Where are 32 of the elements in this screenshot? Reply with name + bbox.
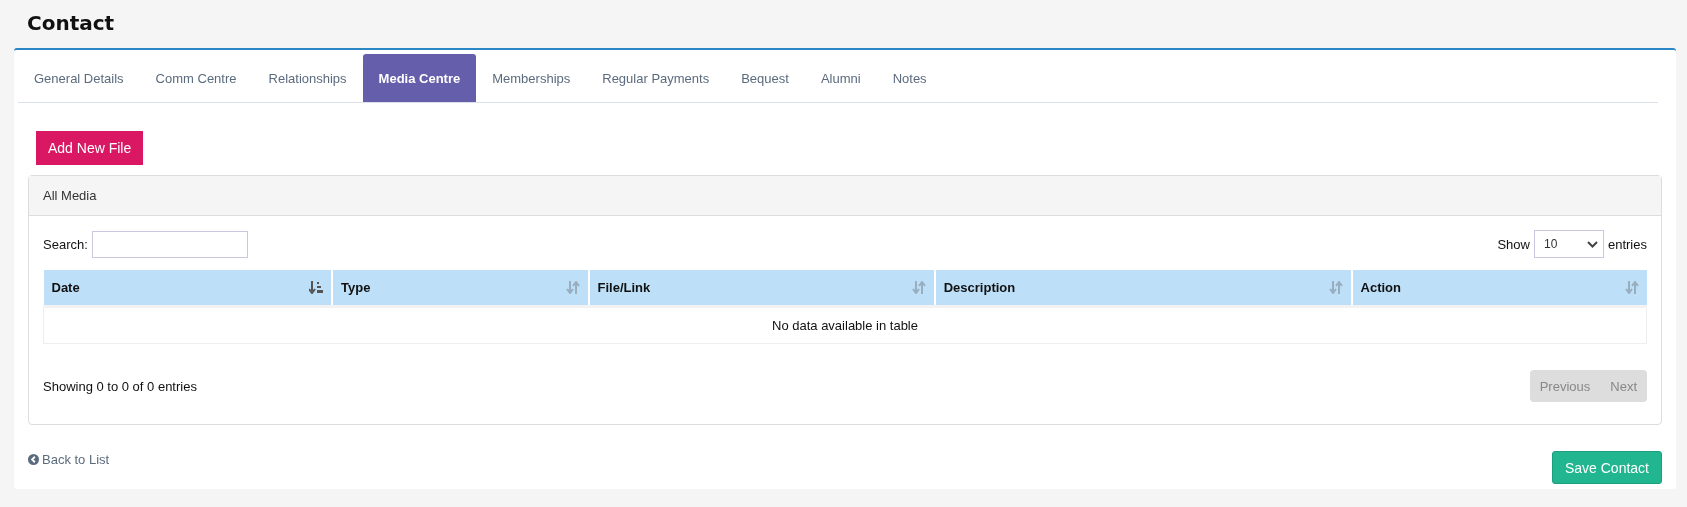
tab[interactable]: Bequest bbox=[725, 54, 805, 102]
tab[interactable]: Media Centre bbox=[362, 54, 477, 102]
tab[interactable]: Notes bbox=[876, 54, 943, 102]
empty-table-message: No data available in table bbox=[43, 306, 1647, 344]
column-header[interactable]: Date bbox=[43, 270, 333, 307]
column-header[interactable]: Action bbox=[1351, 270, 1647, 307]
search-label: Search: bbox=[43, 236, 88, 252]
tab[interactable]: Regular Payments bbox=[586, 54, 726, 102]
tab[interactable]: Memberships bbox=[476, 54, 587, 102]
table-info: Showing 0 to 0 of 0 entries bbox=[43, 378, 197, 394]
search-field[interactable] bbox=[91, 230, 248, 258]
page-title: Contact bbox=[26, 10, 116, 37]
entries-label: entries bbox=[1607, 236, 1647, 252]
show-label: Show bbox=[1497, 236, 1530, 252]
sort-icon[interactable] bbox=[911, 281, 926, 294]
sort-icon[interactable] bbox=[1328, 281, 1343, 294]
panel-header: All Media bbox=[29, 176, 1661, 216]
sort-icon[interactable] bbox=[565, 281, 580, 294]
chevron-down-icon bbox=[1586, 240, 1598, 248]
tab[interactable]: Alumni bbox=[804, 54, 877, 102]
entries-dropdown[interactable]: 10 bbox=[1533, 230, 1604, 258]
tab[interactable]: Comm Centre bbox=[139, 54, 253, 102]
arrow-left-circle-icon bbox=[28, 454, 39, 465]
tab[interactable]: Relationships bbox=[252, 54, 363, 102]
column-header[interactable]: File/Link bbox=[588, 270, 935, 307]
column-header[interactable]: Type bbox=[332, 270, 589, 307]
sort-ascending-icon[interactable] bbox=[309, 281, 324, 294]
sort-icon[interactable] bbox=[1624, 281, 1639, 294]
column-header[interactable]: Description bbox=[934, 270, 1352, 307]
add-file-button[interactable]: Add New File bbox=[36, 131, 144, 165]
tab[interactable]: General Details bbox=[18, 54, 140, 102]
back-link[interactable]: Back to List bbox=[28, 452, 110, 467]
